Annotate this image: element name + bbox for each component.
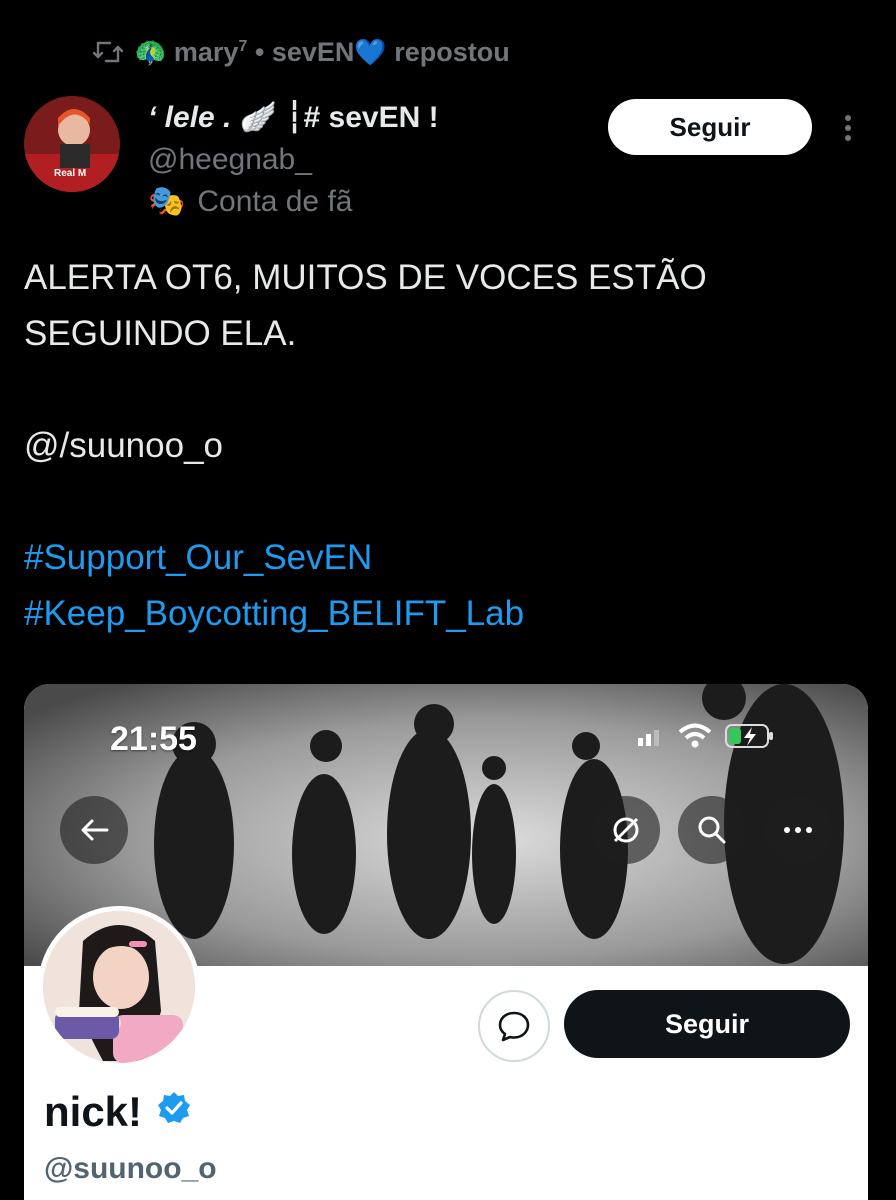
battery-charging-icon	[725, 724, 773, 748]
author-handle[interactable]: @heegnab_	[148, 140, 439, 180]
reposter-superscript: 7	[238, 37, 248, 55]
repost-action-label: repostou	[394, 36, 510, 67]
fan-account-label: 🎭 Conta de fã	[148, 180, 439, 224]
hashtag-boycott[interactable]: #Keep_Boycotting_BELIFT_Lab	[24, 586, 864, 642]
signal-icon	[638, 730, 659, 746]
hashtag-support[interactable]: #Support_Our_SevEN	[24, 530, 864, 586]
peacock-emoji-icon: 🦚	[134, 36, 167, 67]
search-icon[interactable]	[678, 796, 746, 864]
mask-icon: 🎭	[148, 185, 186, 218]
more-options-icon[interactable]	[764, 796, 832, 864]
separator-dot: •	[254, 36, 265, 67]
retweet-icon	[92, 39, 124, 65]
profile-name: nick!	[44, 1088, 192, 1136]
blue-heart-icon: 💙	[354, 36, 387, 67]
more-options-icon[interactable]	[836, 112, 860, 144]
grok-icon[interactable]	[592, 796, 660, 864]
follow-button[interactable]: Seguir	[608, 99, 812, 155]
tweet-line-2: SEGUINDO ELA.	[24, 314, 297, 353]
message-icon[interactable]	[478, 990, 550, 1062]
reposter-name: mary	[173, 36, 239, 67]
author-header: ‘ lele . 🪽 ┆# sevEN ! @heegnab_ 🎭 Conta …	[148, 96, 439, 224]
author-display-name[interactable]: ‘ lele . 🪽 ┆# sevEN !	[148, 96, 439, 140]
author-avatar[interactable]: Real M	[24, 96, 120, 192]
wing-icon: 🪽	[239, 101, 278, 134]
tweet-body: ALERTA OT6, MUITOS DE VOCES ESTÃO SEGUIN…	[24, 250, 864, 642]
tweet-line-1: ALERTA OT6, MUITOS DE VOCES ESTÃO	[24, 258, 707, 297]
profile-handle: @suunoo_o	[44, 1152, 217, 1185]
profile-avatar[interactable]	[38, 906, 200, 1068]
repost-context[interactable]: 🦚 mary7 • sevEN💙 repostou	[92, 30, 510, 74]
status-bar-icons	[636, 722, 776, 750]
tweet-mention: @/suunoo_o	[24, 426, 224, 465]
tweet-media-image[interactable]: 21:55 Seguir nick! @suunoo_o	[24, 684, 868, 1200]
svg-text:Real M: Real M	[54, 168, 86, 179]
reposter-group: sevEN	[271, 36, 355, 67]
wifi-icon	[678, 723, 712, 748]
profile-follow-button[interactable]: Seguir	[564, 990, 850, 1058]
verified-badge-icon	[156, 1088, 192, 1136]
back-arrow-icon[interactable]	[60, 796, 128, 864]
status-bar-time: 21:55	[110, 720, 197, 758]
